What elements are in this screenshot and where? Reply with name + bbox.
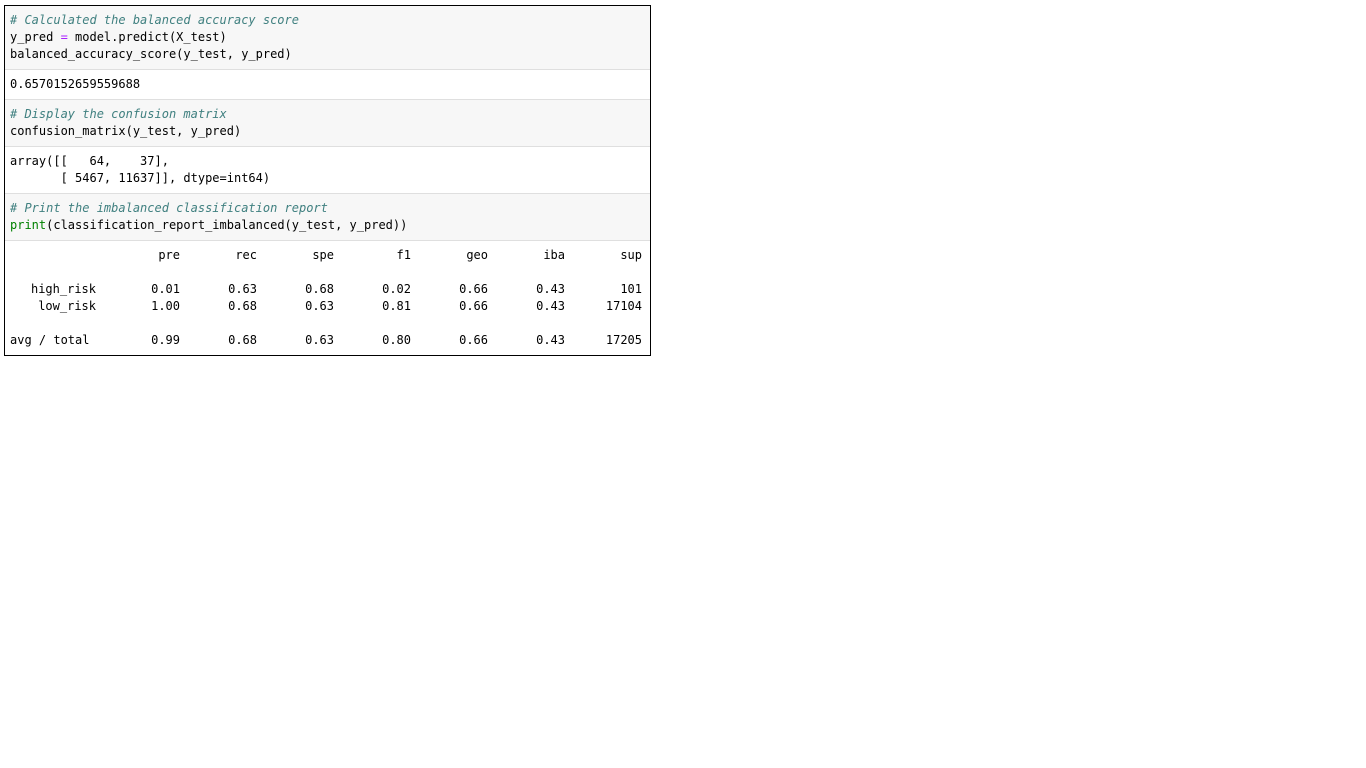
code-line: confusion_matrix(y_test, y_pred): [10, 124, 242, 138]
report-value: 0.43: [536, 299, 565, 313]
output-text: [ 5467, 11637]], dtype=int64): [10, 171, 271, 185]
report-value: 0.01: [151, 282, 180, 296]
code-comment: # Print the imbalanced classification re…: [10, 201, 328, 215]
code-comment: # Display the confusion matrix: [10, 107, 227, 121]
output-text: array([[ 64, 37],: [10, 154, 169, 168]
row-label: low_risk: [38, 299, 96, 313]
report-header-row: pre rec spe f1 geo iba sup: [10, 247, 645, 264]
classification-report-table: pre rec spe f1 geo iba sup high_risk 0.0…: [10, 247, 645, 349]
report-value: 0.02: [382, 282, 411, 296]
output-confusion-matrix: array([[ 64, 37], [ 5467, 11637]], dtype…: [5, 147, 650, 194]
report-value: 0.68: [305, 282, 334, 296]
report-value: 0.63: [305, 299, 334, 313]
report-value: 0.68: [228, 299, 257, 313]
column-header: sup: [620, 248, 642, 262]
code-line: balanced_accuracy_score(y_test, y_pred): [10, 47, 292, 61]
report-value: 0.63: [228, 282, 257, 296]
column-header: geo: [466, 248, 488, 262]
code-text: (classification_report_imbalanced(y_test…: [46, 218, 408, 232]
assignment-operator: =: [60, 30, 68, 44]
code-line: y_pred = model.predict(X_test): [10, 29, 645, 46]
row-label: high_risk: [30, 282, 96, 296]
report-value: 0.63: [305, 333, 334, 347]
column-header: iba: [543, 248, 565, 262]
code-text: y_pred: [10, 30, 61, 44]
report-value: 0.99: [151, 333, 180, 347]
report-value: 0.80: [382, 333, 411, 347]
output-classification-report: pre rec spe f1 geo iba sup high_risk 0.0…: [5, 241, 650, 355]
report-value: 1.00: [151, 299, 180, 313]
column-header: spe: [312, 248, 334, 262]
report-row-high-risk: high_risk 0.01 0.63 0.68 0.02 0.66 0.43 …: [10, 281, 645, 298]
code-text: model.predict(X_test): [67, 30, 227, 44]
column-header: f1: [396, 248, 411, 262]
report-value: 0.43: [536, 333, 565, 347]
code-cell-balanced-accuracy[interactable]: # Calculated the balanced accuracy score…: [5, 6, 650, 70]
code-comment: # Calculated the balanced accuracy score: [10, 13, 299, 27]
row-label: avg / total: [10, 333, 90, 347]
output-balanced-accuracy: 0.6570152659559688: [5, 70, 650, 100]
report-value: 17205: [605, 333, 642, 347]
code-line: print(classification_report_imbalanced(y…: [10, 217, 645, 234]
report-value: 0.68: [228, 333, 257, 347]
notebook-panel: # Calculated the balanced accuracy score…: [4, 5, 651, 356]
report-value: 0.66: [459, 282, 488, 296]
report-value: 0.43: [536, 282, 565, 296]
report-value: 17104: [605, 299, 642, 313]
builtin-print: print: [10, 218, 47, 232]
column-header: rec: [235, 248, 257, 262]
report-value: 0.66: [459, 333, 488, 347]
report-row-low-risk: low_risk 1.00 0.68 0.63 0.81 0.66 0.43 1…: [10, 298, 645, 315]
report-value: 0.81: [382, 299, 411, 313]
report-row-total: avg / total 0.99 0.68 0.63 0.80 0.66 0.4…: [10, 332, 645, 349]
output-text: 0.6570152659559688: [10, 77, 141, 91]
code-cell-confusion-matrix[interactable]: # Display the confusion matrix confusion…: [5, 100, 650, 147]
report-value: 101: [620, 282, 642, 296]
code-cell-classification-report[interactable]: # Print the imbalanced classification re…: [5, 194, 650, 241]
report-value: 0.66: [459, 299, 488, 313]
column-header: pre: [158, 248, 180, 262]
